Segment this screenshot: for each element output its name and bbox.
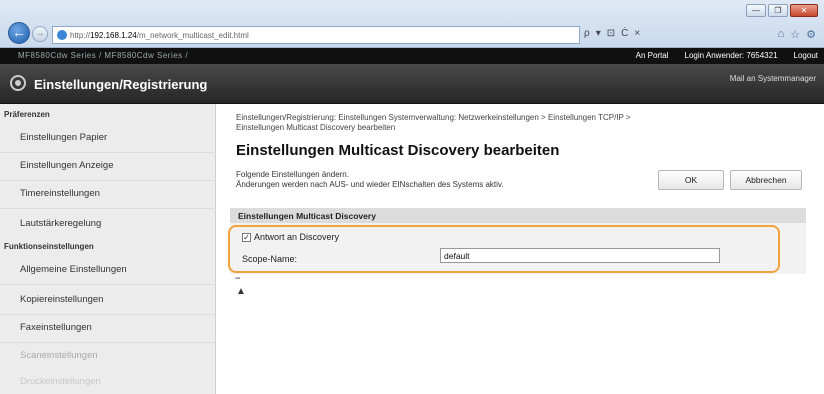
url-text: http://192.168.1.24/m_network_multicast_… (70, 30, 249, 40)
dropdown-icon[interactable]: ▾ (596, 28, 601, 39)
sidebar-item-copy[interactable]: Kopiereinstellungen (20, 294, 103, 305)
scope-name-input[interactable] (440, 248, 720, 263)
breadcrumb-line-2: Einstellungen Multicast Discovery bearbe… (236, 123, 396, 132)
page-title: Einstellungen Multicast Discovery bearbe… (236, 142, 560, 159)
ok-button[interactable]: OK (658, 170, 724, 190)
page-header: Einstellungen/Registrierung Mail an Syst… (0, 64, 824, 104)
maximize-button[interactable]: ❐ (768, 4, 788, 17)
page-icon (57, 30, 67, 40)
close-button[interactable]: ✕ (790, 4, 818, 17)
settings-gear-icon (10, 75, 26, 91)
sidebar-heading-preferences: Präferenzen (4, 110, 50, 119)
address-tools: ρ ▾ ⊡ Ċ × (584, 28, 640, 39)
app-topbar: MF8580Cdw Series / MF8580Cdw Series / An… (0, 48, 824, 64)
search-icon[interactable]: ρ (584, 28, 590, 39)
sidebar: Präferenzen Einstellungen Papier Einstel… (0, 104, 216, 394)
sidebar-item-display[interactable]: Einstellungen Anzeige (20, 160, 114, 171)
login-user: Login Anwender: 7654321 (684, 51, 778, 60)
sidebar-item-timer[interactable]: Timereinstellungen (20, 188, 100, 199)
respond-discovery-checkbox[interactable]: ✓ (242, 232, 251, 242)
browser-chrome: — ❐ ✕ ← → http://192.168.1.24/m_network_… (0, 0, 824, 48)
respond-discovery-label[interactable]: Antwort an Discovery (254, 232, 339, 242)
compat-view-icon[interactable]: ⊡ (607, 28, 615, 39)
forward-arrow-icon[interactable]: → (32, 26, 48, 42)
main-content: Einstellungen/Registrierung: Einstellung… (216, 104, 824, 394)
gear-icon[interactable]: ⚙ (806, 28, 816, 41)
address-bar[interactable]: http://192.168.1.24/m_network_multicast_… (52, 26, 580, 44)
device-name: MF8580Cdw Series / MF8580Cdw Series / (18, 51, 189, 60)
stop-icon[interactable]: × (634, 28, 640, 39)
back-arrow-icon[interactable]: ← (8, 22, 30, 44)
refresh-icon[interactable]: Ċ (621, 28, 628, 39)
home-icon[interactable]: ⌂ (778, 28, 785, 41)
info-text: Folgende Einstellungen ändern. Änderunge… (236, 170, 504, 189)
minimize-button[interactable]: — (746, 4, 766, 17)
sidebar-item-general[interactable]: Allgemeine Einstellungen (20, 264, 127, 275)
sidebar-item-fax[interactable]: Faxeinstellungen (20, 322, 92, 333)
logout-link[interactable]: Logout (794, 51, 818, 60)
breadcrumb: Einstellungen/Registrierung: Einstellung… (236, 113, 796, 133)
sidebar-heading-functions: Funktionseinstellungen (4, 242, 94, 251)
section-title: Einstellungen Multicast Discovery (230, 208, 806, 223)
topbar-links: An Portal Login Anwender: 7654321 Logout (636, 51, 818, 60)
arrow-to-top-icon[interactable]: ‾ ▲ (236, 279, 246, 297)
header-title: Einstellungen/Registrierung (34, 77, 208, 92)
respond-discovery-row: ✓ Antwort an Discovery (242, 232, 339, 242)
sidebar-item-print[interactable]: Druckeinstellungen (20, 376, 101, 387)
mail-admin-link[interactable]: Mail an Systemmanager (730, 74, 816, 83)
portal-link[interactable]: An Portal (636, 51, 669, 60)
star-icon[interactable]: ☆ (790, 28, 800, 41)
sidebar-item-volume[interactable]: Lautstärkeregelung (20, 218, 101, 229)
sidebar-item-paper[interactable]: Einstellungen Papier (20, 132, 107, 143)
sidebar-item-scan[interactable]: Scaneinstellungen (20, 350, 98, 361)
window-controls: — ❐ ✕ (746, 4, 818, 17)
favorites-tools: ⌂ ☆ ⚙ (778, 28, 816, 41)
cancel-button[interactable]: Abbrechen (730, 170, 802, 190)
breadcrumb-line-1[interactable]: Einstellungen/Registrierung: Einstellung… (236, 113, 796, 123)
scope-name-label: Scope-Name: (242, 254, 298, 264)
